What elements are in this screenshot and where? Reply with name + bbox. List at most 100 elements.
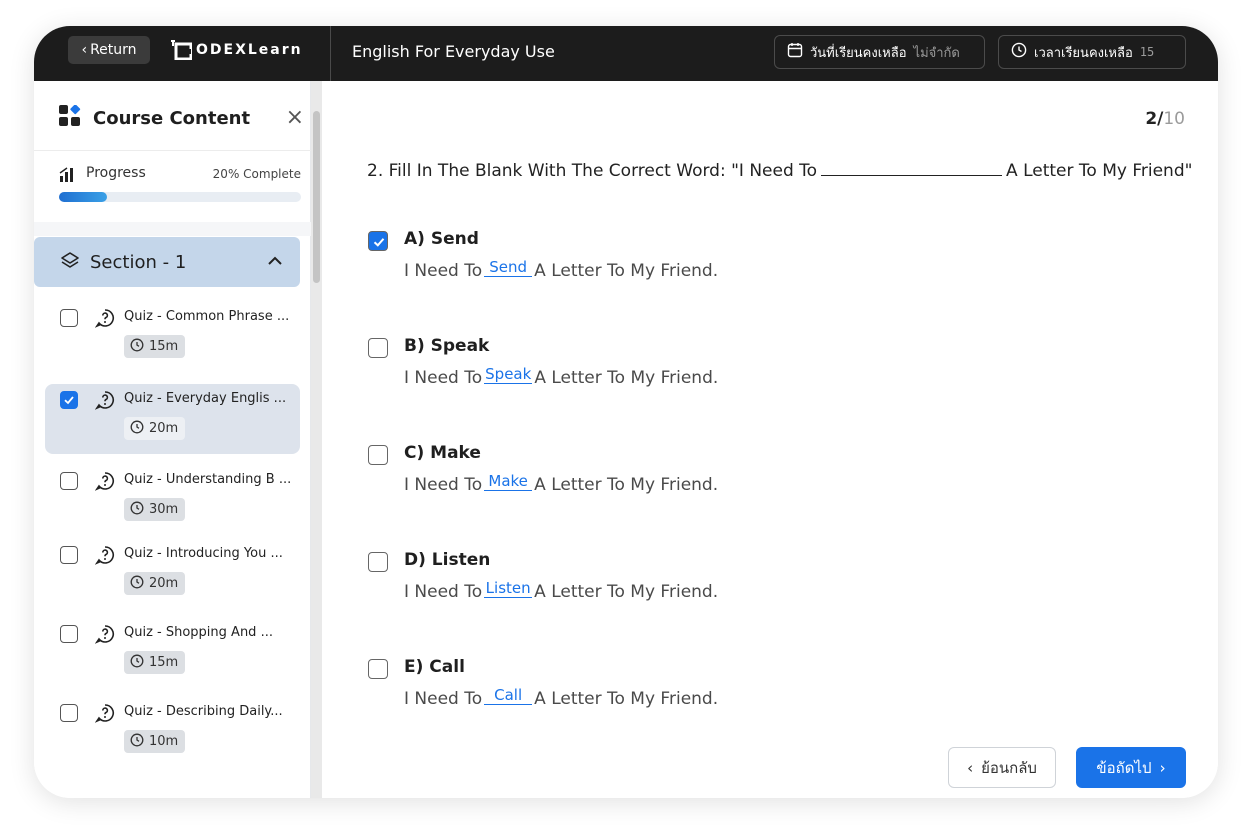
progress-chart-icon — [59, 166, 77, 186]
quiz-icon — [94, 624, 115, 648]
question-counter-current: 2/ — [1145, 109, 1164, 129]
sentence-start: I Need To — [404, 475, 483, 495]
lesson-item-active[interactable]: Quiz - Everyday Englis ... 20m — [45, 384, 300, 454]
next-label: ข้อถัดไป — [1096, 758, 1152, 777]
chevron-left-icon: ‹ — [81, 42, 88, 58]
lesson-item[interactable]: Quiz - Common Phrase ... 15m — [45, 302, 300, 372]
option-d[interactable]: D) Listen I Need To Listen A Letter To My … — [368, 550, 868, 610]
filled-word: Speak — [484, 365, 533, 384]
section-header[interactable]: Section - 1 — [34, 237, 300, 287]
close-icon[interactable]: × — [286, 105, 304, 131]
sentence-end: A Letter To My Friend. — [534, 368, 719, 388]
sentence-start: I Need To — [404, 368, 483, 388]
calendar-icon — [787, 42, 803, 62]
lesson-duration: 10m — [149, 734, 179, 749]
duration-badge: 20m — [124, 417, 186, 440]
course-sidebar: Course Content × Progress 20% Complete S… — [34, 81, 311, 798]
option-sentence: I Need To Listen A Letter To My Friend. — [404, 579, 719, 602]
question-suffix: A Letter To My Friend" — [1006, 161, 1193, 181]
option-checkbox[interactable] — [368, 231, 388, 251]
topbar-divider — [330, 26, 331, 81]
lesson-checkbox[interactable] — [60, 309, 78, 327]
days-left-value: ไม่จำกัด — [913, 45, 960, 61]
chevron-right-icon: › — [1159, 758, 1166, 777]
sentence-end: A Letter To My Friend. — [534, 582, 719, 602]
quiz-icon — [94, 703, 115, 727]
days-left-badge: วันที่เรียนคงเหลือ ไม่จำกัด — [774, 35, 985, 69]
lesson-item[interactable]: Quiz - Shopping And ... 15m — [45, 618, 300, 688]
option-e[interactable]: E) Call I Need To Call A Letter To My Frie… — [368, 657, 868, 717]
time-left-badge: เวลาเรียนคงเหลือ 15 — [998, 35, 1186, 69]
previous-label: ย้อนกลับ — [981, 758, 1037, 777]
course-content-icon — [59, 104, 81, 131]
option-b[interactable]: B) Speak I Need To Speak A Letter To My Fr… — [368, 336, 868, 396]
lesson-checkbox[interactable] — [60, 391, 78, 409]
clock-icon — [1011, 42, 1027, 62]
sentence-start: I Need To — [404, 582, 483, 602]
question-blank — [821, 162, 1003, 176]
option-c[interactable]: C) Make I Need To Make A Letter To My Frie… — [368, 443, 868, 503]
option-label: C) Make — [404, 443, 481, 463]
logo-text: ODEXLearn — [196, 42, 303, 58]
sidebar-header: Course Content × — [59, 104, 304, 131]
lesson-name: Quiz - Introducing You ... — [124, 546, 283, 561]
sidebar-scrollbar[interactable] — [311, 81, 322, 798]
question-counter-total: 10 — [1163, 109, 1185, 129]
quiz-icon — [94, 471, 115, 495]
sentence-end: A Letter To My Friend. — [534, 261, 719, 281]
sidebar-title: Course Content — [93, 107, 251, 129]
sidebar-scrollbar-thumb[interactable] — [313, 111, 320, 283]
codex-logo-icon — [170, 40, 193, 61]
app-window: ‹ Return ODEXLearn English For Everyday … — [34, 26, 1218, 798]
quiz-icon — [94, 308, 115, 332]
lesson-checkbox[interactable] — [60, 625, 78, 643]
option-checkbox[interactable] — [368, 338, 388, 358]
chevron-left-icon: ‹ — [967, 758, 974, 777]
lesson-item[interactable]: Quiz - Describing Daily... 10m — [45, 697, 300, 767]
lesson-checkbox[interactable] — [60, 472, 78, 490]
return-button[interactable]: ‹ Return — [68, 36, 150, 64]
duration-badge: 30m — [124, 498, 186, 521]
lesson-duration: 20m — [149, 421, 179, 436]
course-title: English For Everyday Use — [352, 42, 555, 61]
filled-word: Listen — [484, 579, 533, 598]
lesson-name: Quiz - Common Phrase ... — [124, 309, 290, 324]
clock-icon — [130, 575, 144, 593]
option-sentence: I Need To Send A Letter To My Friend. — [404, 258, 719, 281]
lesson-name: Quiz - Understanding B ... — [124, 472, 292, 487]
lesson-duration: 20m — [149, 576, 179, 591]
clock-icon — [130, 733, 144, 751]
option-checkbox[interactable] — [368, 445, 388, 465]
time-left-value: 15 — [1139, 45, 1155, 59]
chevron-up-icon[interactable] — [266, 252, 284, 274]
logo: ODEXLearn — [170, 39, 303, 61]
option-checkbox[interactable] — [368, 659, 388, 679]
option-a[interactable]: A) Send I Need To Send A Letter To My Frie… — [368, 229, 868, 289]
duration-badge: 10m — [124, 730, 186, 753]
days-left-label: วันที่เรียนคงเหลือ — [810, 45, 907, 61]
option-checkbox[interactable] — [368, 552, 388, 572]
option-label: B) Speak — [404, 336, 490, 356]
duration-badge: 15m — [124, 651, 186, 674]
sentence-end: A Letter To My Friend. — [534, 475, 719, 495]
quiz-icon — [94, 390, 115, 414]
filled-word: Call — [484, 686, 533, 705]
return-label: Return — [90, 42, 137, 58]
previous-button[interactable]: ‹ ย้อนกลับ — [948, 747, 1056, 788]
question-prefix: 2. Fill In The Blank With The Correct Wo… — [367, 161, 818, 181]
lesson-item[interactable]: Quiz - Introducing You ... 20m — [45, 539, 300, 609]
lesson-checkbox[interactable] — [60, 546, 78, 564]
lesson-item[interactable]: Quiz - Understanding B ... 30m — [45, 465, 300, 535]
option-label: D) Listen — [404, 550, 491, 570]
question-counter: 2/10 — [1145, 109, 1185, 129]
option-label: E) Call — [404, 657, 465, 677]
option-sentence: I Need To Speak A Letter To My Friend. — [404, 365, 719, 388]
question-text: 2. Fill In The Blank With The Correct Wo… — [367, 161, 1192, 181]
sentence-start: I Need To — [404, 261, 483, 281]
next-button[interactable]: ข้อถัดไป › — [1076, 747, 1186, 788]
clock-icon — [130, 420, 144, 438]
sidebar-divider — [34, 150, 311, 151]
duration-badge: 20m — [124, 572, 186, 595]
lesson-checkbox[interactable] — [60, 704, 78, 722]
clock-icon — [130, 654, 144, 672]
